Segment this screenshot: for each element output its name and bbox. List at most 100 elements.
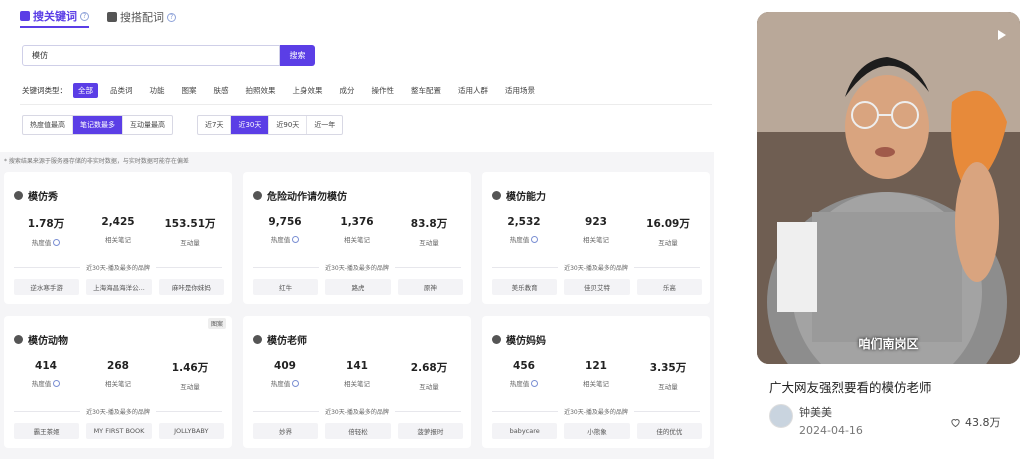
heat-value: 9,756 — [268, 216, 302, 228]
brand-caption-text: 近30天-播及最多的品牌 — [86, 409, 150, 416]
keyword-type-label: 关键词类型： — [22, 86, 67, 95]
type-chip[interactable]: 整车配置 — [406, 83, 446, 98]
video-panel: 咱们南岗区 广大网友强烈要看的模仿老师 钟美美 2024-04-16 — [741, 0, 1024, 459]
video-title[interactable]: 广大网友强烈要看的模仿老师 — [769, 377, 932, 396]
heat-value: 2,532 — [507, 216, 541, 228]
tab-search-combo[interactable]: 搜搭配词 ? — [107, 6, 176, 28]
post-date: 2024-04-16 — [799, 424, 863, 437]
help-icon[interactable] — [53, 379, 61, 387]
video-player[interactable]: 咱们南岗区 — [757, 12, 1020, 364]
keyword-title[interactable]: 模仿妈妈 — [492, 332, 546, 347]
keyword-stats: 2,532 热度值 923 相关笔记 16.09万 互动量 — [488, 216, 704, 247]
range-option[interactable]: 近90天 — [269, 116, 308, 134]
brand-tag[interactable]: babycare — [492, 423, 558, 439]
brand-list: 美乐教育 佳贝艾特 乐高 — [492, 279, 702, 295]
brand-tag[interactable]: 美乐教育 — [492, 279, 558, 295]
brand-tag[interactable]: 麻咔是你妹妈 — [158, 279, 224, 295]
search-input[interactable]: 模仿 — [22, 45, 280, 66]
type-chip[interactable]: 成分 — [335, 83, 360, 98]
keyword-title[interactable]: 模仿老师 — [253, 332, 307, 347]
keyword-text: 模仿老师 — [267, 336, 307, 347]
type-chip[interactable]: 适用人群 — [453, 83, 493, 98]
keyword-title[interactable]: 模仿动物 — [14, 332, 68, 347]
brand-list: 红牛 路虎 原神 — [253, 279, 463, 295]
brand-tag[interactable]: 逆水寒手游 — [14, 279, 80, 295]
notes-label: 相关笔记 — [105, 380, 131, 388]
divider — [20, 104, 712, 105]
avatar[interactable] — [769, 404, 793, 428]
interact-label: 互动量 — [180, 239, 200, 247]
brand-tag[interactable]: 上海海昌海洋公... — [86, 279, 152, 295]
brand-caption: 近30天-播及最多的品牌 — [492, 263, 700, 272]
keyword-card[interactable]: 模仿能力 2,532 热度值 923 相关笔记 16.09万 互动量 近30天-… — [482, 172, 710, 304]
author-name[interactable]: 钟美美 — [799, 404, 863, 420]
range-option[interactable]: 近一年 — [307, 116, 342, 134]
type-chip[interactable]: 功能 — [145, 83, 170, 98]
type-chip-all[interactable]: 全部 — [73, 83, 98, 98]
range-option-selected[interactable]: 近30天 — [231, 116, 270, 134]
brand-caption: 近30天-播及最多的品牌 — [253, 263, 461, 272]
help-icon[interactable] — [53, 238, 61, 246]
help-icon[interactable]: ? — [80, 11, 89, 21]
heat-label-text: 热度值 — [509, 380, 530, 388]
brand-list: babycare 小熊象 佳的优优 — [492, 423, 702, 439]
brand-tag[interactable]: 菠萝报时 — [397, 423, 463, 439]
keyword-title[interactable]: 危险动作请勿模仿 — [253, 188, 347, 203]
brand-tag[interactable]: 佳贝艾特 — [564, 279, 630, 295]
keyword-type-filter: 关键词类型： 全部 品类词 功能 图案 肤感 拍照效果 上身效果 成分 操作性 … — [22, 83, 547, 98]
keyword-card[interactable]: 模仿老师 409 热度值 141 相关笔记 2.68万 互动量 近30天-播及最… — [243, 316, 471, 448]
type-chip[interactable]: 图案 — [177, 83, 202, 98]
type-chip[interactable]: 品类词 — [105, 83, 138, 98]
play-icon[interactable] — [998, 30, 1006, 40]
sort-option-selected[interactable]: 笔记数最多 — [73, 116, 123, 134]
search-button[interactable]: 搜索 — [280, 45, 315, 66]
brand-tag[interactable]: 倍轻松 — [325, 423, 391, 439]
keyword-card[interactable]: 图案 模仿动物 414 热度值 268 相关笔记 1.46万 互动量 近30天-… — [4, 316, 232, 448]
keyword-card[interactable]: 模仿妈妈 456 热度值 121 相关笔记 3.35万 互动量 近30天-播及最… — [482, 316, 710, 448]
stat-notes: 2,425 相关笔记 — [82, 216, 154, 247]
brand-list: 妙界 倍轻松 菠萝报时 — [253, 423, 463, 439]
tab-search-keyword[interactable]: 搜关键词 ? — [20, 6, 89, 28]
stat-notes: 1,376 相关笔记 — [321, 216, 393, 247]
brand-tag[interactable]: JOLLYBABY — [158, 423, 224, 439]
type-chip[interactable]: 上身效果 — [288, 83, 328, 98]
brand-tag[interactable]: 乐高 — [636, 279, 702, 295]
heart-icon — [951, 418, 960, 427]
help-icon[interactable] — [531, 235, 539, 243]
type-chip[interactable]: 拍照效果 — [241, 83, 281, 98]
author-info[interactable]: 钟美美 2024-04-16 — [769, 404, 863, 437]
tab-label: 搜搭配词 — [120, 11, 164, 24]
help-icon[interactable] — [292, 379, 300, 387]
type-chip[interactable]: 肤感 — [209, 83, 234, 98]
keyword-card[interactable]: 模仿秀 1.78万 热度值 2,425 相关笔记 153.51万 互动量 近30… — [4, 172, 232, 304]
brand-tag[interactable]: 路虎 — [325, 279, 391, 295]
keyword-text: 模仿秀 — [28, 192, 58, 203]
divider — [155, 267, 222, 268]
brand-tag[interactable]: 原神 — [397, 279, 463, 295]
stat-interact: 3.35万 互动量 — [632, 360, 704, 391]
help-icon[interactable] — [292, 235, 300, 243]
brand-caption-text: 近30天-播及最多的品牌 — [86, 265, 150, 272]
type-chip[interactable]: 适用场景 — [500, 83, 540, 98]
keyword-text: 模仿能力 — [506, 192, 546, 203]
sort-option[interactable]: 热度值最高 — [23, 116, 73, 134]
keyword-title[interactable]: 模仿秀 — [14, 188, 58, 203]
keyword-card[interactable]: 危险动作请勿模仿 9,756 热度值 1,376 相关笔记 83.8万 互动量 … — [243, 172, 471, 304]
sort-option[interactable]: 互动量最高 — [123, 116, 172, 134]
help-icon[interactable] — [531, 379, 539, 387]
help-icon[interactable]: ? — [167, 12, 176, 22]
brand-tag[interactable]: 红牛 — [253, 279, 319, 295]
heat-label-text: 热度值 — [509, 236, 530, 244]
type-chip[interactable]: 操作性 — [367, 83, 400, 98]
brand-tag[interactable]: 小熊象 — [564, 423, 630, 439]
brand-tag[interactable]: MY FIRST BOOK — [86, 423, 152, 439]
keyword-panel: 搜关键词 ? 搜搭配词 ? 模仿 搜索 关键词类型： 全部 品类词 功能 图案 … — [0, 0, 720, 459]
heat-label: 热度值 — [249, 378, 321, 388]
brand-tag[interactable]: 霸王茶姬 — [14, 423, 80, 439]
brand-tag[interactable]: 妙界 — [253, 423, 319, 439]
keyword-stats: 414 热度值 268 相关笔记 1.46万 互动量 — [10, 360, 226, 391]
range-option[interactable]: 近7天 — [198, 116, 232, 134]
brand-tag[interactable]: 佳的优优 — [636, 423, 702, 439]
like-count[interactable]: 43.8万 — [950, 414, 1001, 430]
keyword-title[interactable]: 模仿能力 — [492, 188, 546, 203]
